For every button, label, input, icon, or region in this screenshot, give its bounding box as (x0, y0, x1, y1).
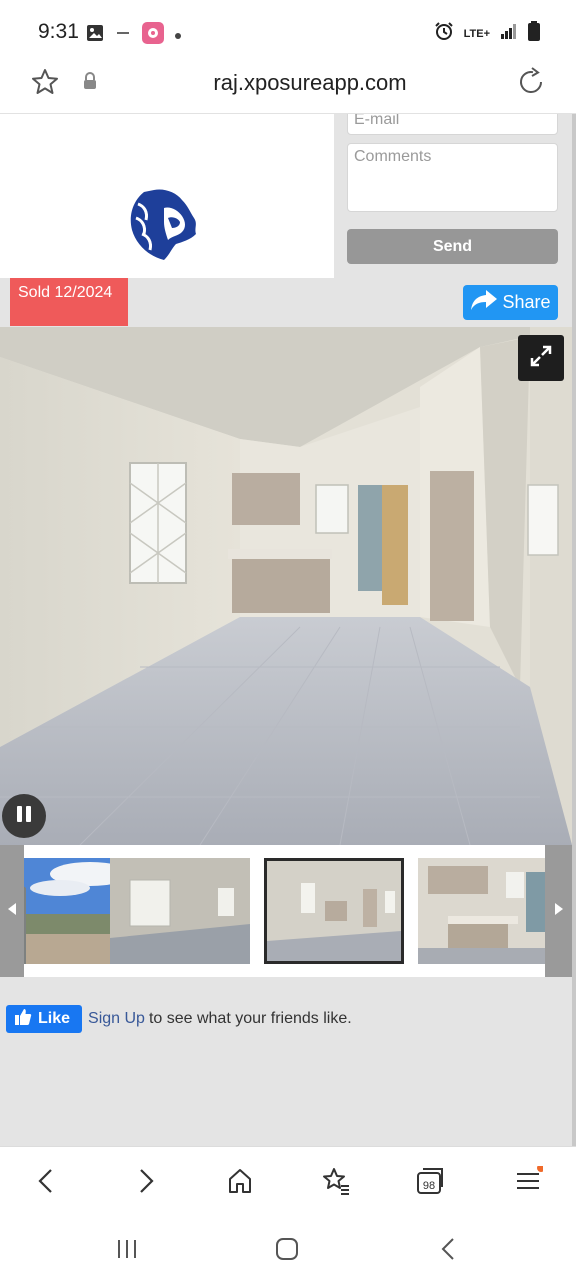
facebook-like-label: Like (38, 1010, 71, 1027)
menu-icon[interactable] (512, 1165, 544, 1197)
thumbnail-next-button[interactable] (545, 845, 572, 977)
browser-bottom-bar: 98 (0, 1146, 576, 1214)
share-arrow-icon (470, 289, 498, 316)
back-icon[interactable] (30, 1165, 62, 1197)
home-button-icon[interactable] (272, 1234, 302, 1264)
thumbnail-kitchen[interactable] (418, 858, 558, 964)
pause-icon (15, 805, 33, 828)
address-bar: raj.xposureapp.com (0, 62, 576, 114)
network-label: LTE+ (463, 27, 490, 40)
system-back-icon[interactable] (434, 1234, 464, 1264)
triangle-right-icon (553, 902, 565, 921)
lock-icon (82, 71, 98, 96)
status-time: 9:31 (38, 20, 79, 43)
room-photo-illustration (0, 327, 572, 845)
thumbnail-kitchen-room[interactable] (264, 858, 404, 964)
lion-logo (124, 184, 204, 269)
dot-icon (174, 27, 182, 45)
expand-button[interactable] (518, 335, 564, 381)
thumbnail-prev-button[interactable] (0, 845, 24, 977)
flower-app-icon (142, 22, 164, 49)
main-photo[interactable] (0, 327, 572, 845)
logo-panel (0, 114, 334, 278)
send-button[interactable]: Send (347, 229, 558, 264)
thumbnail-room-window[interactable] (110, 858, 250, 964)
tabs-count: 98 (423, 1180, 435, 1192)
facebook-signup-link[interactable]: Sign Up (88, 1010, 145, 1028)
page-scrollbar[interactable] (572, 114, 576, 1146)
bookmarks-icon[interactable] (320, 1165, 352, 1197)
forward-icon[interactable] (130, 1165, 162, 1197)
home-icon[interactable] (224, 1165, 256, 1197)
alarm-icon (434, 21, 454, 46)
thumbnail-strip (0, 845, 572, 977)
sold-badge: Sold 12/2024 (10, 278, 128, 326)
star-icon[interactable] (30, 67, 60, 102)
web-page: E-mail Comments Send Sold 12/2024 Share (0, 114, 576, 1146)
url-field[interactable]: raj.xposureapp.com (110, 70, 510, 96)
minus-icon (114, 24, 132, 47)
share-button[interactable]: Share (463, 285, 558, 320)
image-icon (86, 24, 104, 47)
pause-button[interactable] (2, 794, 46, 838)
signal-icon (500, 22, 518, 45)
system-navigation-bar (0, 1214, 576, 1280)
facebook-signup-text: to see what your friends like. (148, 1010, 352, 1027)
thumbs-up-icon (14, 1008, 32, 1031)
triangle-left-icon (6, 902, 18, 921)
recent-apps-icon[interactable] (112, 1234, 142, 1264)
status-bar: 9:31 LTE+ (0, 0, 576, 62)
comments-field[interactable]: Comments (347, 143, 558, 212)
reload-icon[interactable] (516, 67, 546, 102)
tabs-icon[interactable]: 98 (414, 1165, 446, 1197)
expand-icon (529, 344, 553, 373)
share-label: Share (502, 292, 551, 312)
facebook-like-button[interactable]: Like (6, 1005, 83, 1033)
facebook-like-row: Like Sign Up to see what your friends li… (6, 1005, 352, 1033)
email-field[interactable]: E-mail (347, 114, 558, 135)
battery-icon (528, 21, 540, 46)
